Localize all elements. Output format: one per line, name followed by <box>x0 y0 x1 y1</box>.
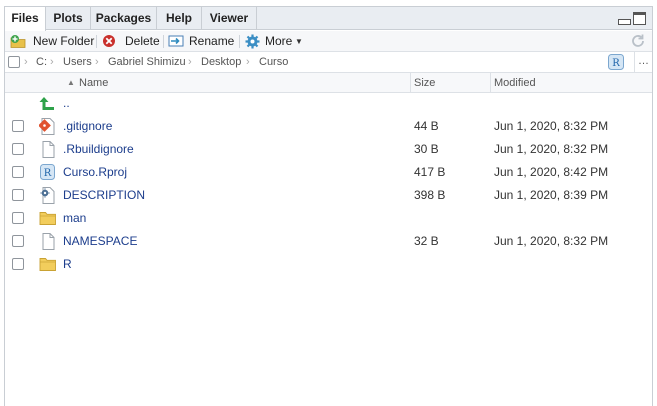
file-size: 32 B <box>414 234 439 248</box>
row-checkbox[interactable] <box>12 258 24 270</box>
breadcrumb-item-c[interactable]: C: <box>36 52 47 73</box>
file-list-header: ▲ Name Size Modified <box>5 73 652 93</box>
more-label: More <box>265 34 293 48</box>
tab-packages[interactable]: Packages <box>91 7 157 30</box>
new-folder-icon <box>10 35 26 48</box>
row-checkbox[interactable] <box>12 235 24 247</box>
column-header-modified[interactable]: Modified <box>494 73 536 93</box>
window-controls <box>618 12 648 26</box>
tab-files[interactable]: Files <box>5 7 46 31</box>
new-folder-button[interactable]: New Folder <box>10 31 95 52</box>
file-size: 44 B <box>414 119 439 133</box>
file-modified: Jun 1, 2020, 8:42 PM <box>494 165 609 179</box>
file-modified: Jun 1, 2020, 8:39 PM <box>494 188 609 202</box>
list-item[interactable]: .gitignore 44 B Jun 1, 2020, 8:32 PM <box>5 115 652 138</box>
new-folder-label: New Folder <box>33 34 95 48</box>
file-name[interactable]: .. <box>63 92 70 115</box>
file-modified: Jun 1, 2020, 8:32 PM <box>494 142 609 156</box>
select-all-checkbox[interactable] <box>8 56 20 68</box>
folder-icon <box>39 212 56 225</box>
tab-bar: Files Plots Packages Help Viewer <box>5 7 652 31</box>
file-name[interactable]: .Rbuildignore <box>63 138 134 161</box>
row-checkbox[interactable] <box>12 166 24 178</box>
breadcrumb-item-gabriel-shimizu[interactable]: Gabriel Shimizu <box>108 52 186 73</box>
tab-viewer[interactable]: Viewer <box>202 7 257 30</box>
column-header-name[interactable]: Name <box>79 73 108 93</box>
list-item[interactable]: man <box>5 207 652 230</box>
breadcrumb-item-users[interactable]: Users <box>63 52 92 73</box>
rproj-icon: R <box>608 54 624 70</box>
parent-dir-icon <box>39 97 54 110</box>
delete-label: Delete <box>125 34 160 48</box>
column-divider <box>410 73 411 93</box>
maximize-pane-button[interactable] <box>633 12 646 25</box>
description-file-icon <box>40 187 55 204</box>
rename-icon <box>168 35 184 47</box>
breadcrumb-separator: › <box>50 56 54 68</box>
files-pane: Files Plots Packages Help Viewer New Fol… <box>4 6 653 406</box>
breadcrumb-separator: › <box>24 56 28 68</box>
text-file-icon <box>42 233 55 250</box>
column-header-size[interactable]: Size <box>414 73 435 93</box>
list-item[interactable]: R Curso.Rproj 417 B Jun 1, 2020, 8:42 PM <box>5 161 652 184</box>
file-modified: Jun 1, 2020, 8:32 PM <box>494 119 609 133</box>
breadcrumb-separator: › <box>246 56 250 68</box>
file-name[interactable]: Curso.Rproj <box>63 161 127 184</box>
file-modified: Jun 1, 2020, 8:32 PM <box>494 234 609 248</box>
svg-text:R: R <box>44 168 52 179</box>
more-menu-button[interactable]: More ▼ <box>245 31 309 52</box>
row-checkbox[interactable] <box>12 189 24 201</box>
breadcrumb: › C: › Users › Gabriel Shimizu › Desktop… <box>5 52 652 73</box>
breadcrumb-separator: › <box>188 56 192 68</box>
gear-icon <box>245 34 260 49</box>
toolbar-divider <box>163 35 164 48</box>
file-size: 398 B <box>414 188 446 202</box>
minimize-pane-button[interactable] <box>618 19 631 25</box>
folder-icon <box>39 258 56 271</box>
file-name[interactable]: R <box>63 253 72 276</box>
delete-icon <box>103 35 115 47</box>
toolbar-divider <box>96 35 97 48</box>
file-name[interactable]: NAMESPACE <box>63 230 137 253</box>
list-item[interactable]: R <box>5 253 652 276</box>
chevron-down-icon: ▼ <box>295 37 303 46</box>
tab-help[interactable]: Help <box>157 7 202 30</box>
refresh-button[interactable] <box>630 33 646 52</box>
breadcrumb-item-curso[interactable]: Curso <box>259 52 288 73</box>
rename-label: Rename <box>189 34 235 48</box>
file-size: 417 B <box>414 165 446 179</box>
path-more-button[interactable]: … <box>634 52 652 73</box>
file-name[interactable]: DESCRIPTION <box>63 184 145 207</box>
sort-up-icon: ▲ <box>67 78 75 87</box>
list-item[interactable]: DESCRIPTION 398 B Jun 1, 2020, 8:39 PM <box>5 184 652 207</box>
refresh-icon <box>632 34 644 47</box>
file-size: 30 B <box>414 142 439 156</box>
tab-plots[interactable]: Plots <box>46 7 91 30</box>
breadcrumb-item-desktop[interactable]: Desktop <box>201 52 241 73</box>
files-toolbar: New Folder Delete Rename More ▼ <box>5 31 652 52</box>
list-item[interactable]: .. <box>5 92 652 115</box>
delete-button[interactable]: Delete <box>102 31 160 52</box>
rproj-file-icon: R <box>40 164 55 180</box>
list-item[interactable]: NAMESPACE 32 B Jun 1, 2020, 8:32 PM <box>5 230 652 253</box>
row-checkbox[interactable] <box>12 120 24 132</box>
row-checkbox[interactable] <box>12 212 24 224</box>
breadcrumb-separator: › <box>95 56 99 68</box>
row-checkbox[interactable] <box>12 143 24 155</box>
toolbar-divider <box>239 35 240 48</box>
rename-button[interactable]: Rename <box>168 31 234 52</box>
column-divider <box>490 73 491 93</box>
gitignore-file-icon <box>39 118 55 135</box>
file-name[interactable]: .gitignore <box>63 115 112 138</box>
text-file-icon <box>42 141 55 158</box>
file-name[interactable]: man <box>63 207 86 230</box>
go-to-project-button[interactable]: R <box>608 54 624 73</box>
svg-text:R: R <box>612 58 620 69</box>
list-item[interactable]: .Rbuildignore 30 B Jun 1, 2020, 8:32 PM <box>5 138 652 161</box>
